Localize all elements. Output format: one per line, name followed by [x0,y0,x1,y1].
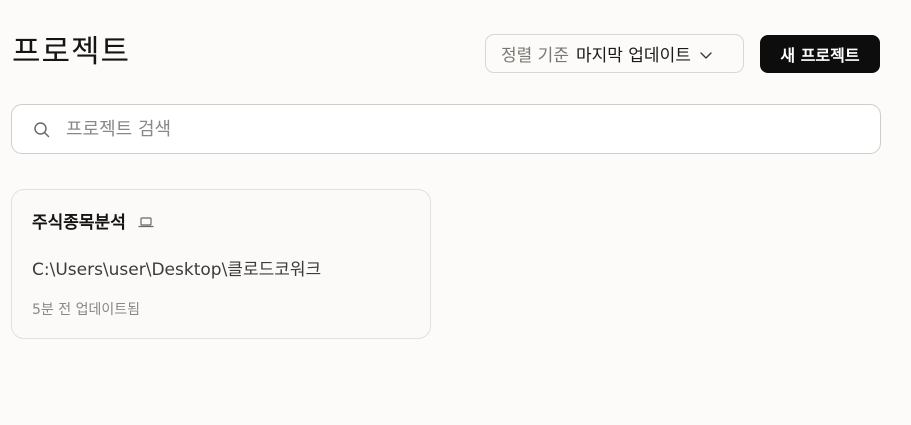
laptop-icon [138,214,154,228]
projects-page: 프로젝트 정렬 기준 마지막 업데이트 새 프로젝트 주식종목분석 C:\Use… [0,0,911,425]
project-updated-time: 5분 전 업데이트됨 [32,302,140,318]
new-project-button[interactable]: 새 프로젝트 [760,35,880,73]
project-card-header: 주식종목분석 [32,208,154,233]
sort-dropdown[interactable]: 정렬 기준 마지막 업데이트 [485,34,744,73]
chevron-down-icon [699,47,713,61]
search-box[interactable] [11,104,881,154]
search-icon [33,121,51,139]
sort-selected-value: 마지막 업데이트 [575,46,691,66]
page-title: 프로젝트 [12,34,131,70]
sort-prefix-label: 정렬 기준 [501,46,569,66]
project-name: 주식종목분석 [32,213,126,233]
project-card[interactable]: 주식종목분석 C:\Users\user\Desktop\클로드코워크 5분 전… [11,189,431,339]
search-input[interactable] [66,105,866,153]
project-path: C:\Users\user\Desktop\클로드코워크 [32,260,322,280]
